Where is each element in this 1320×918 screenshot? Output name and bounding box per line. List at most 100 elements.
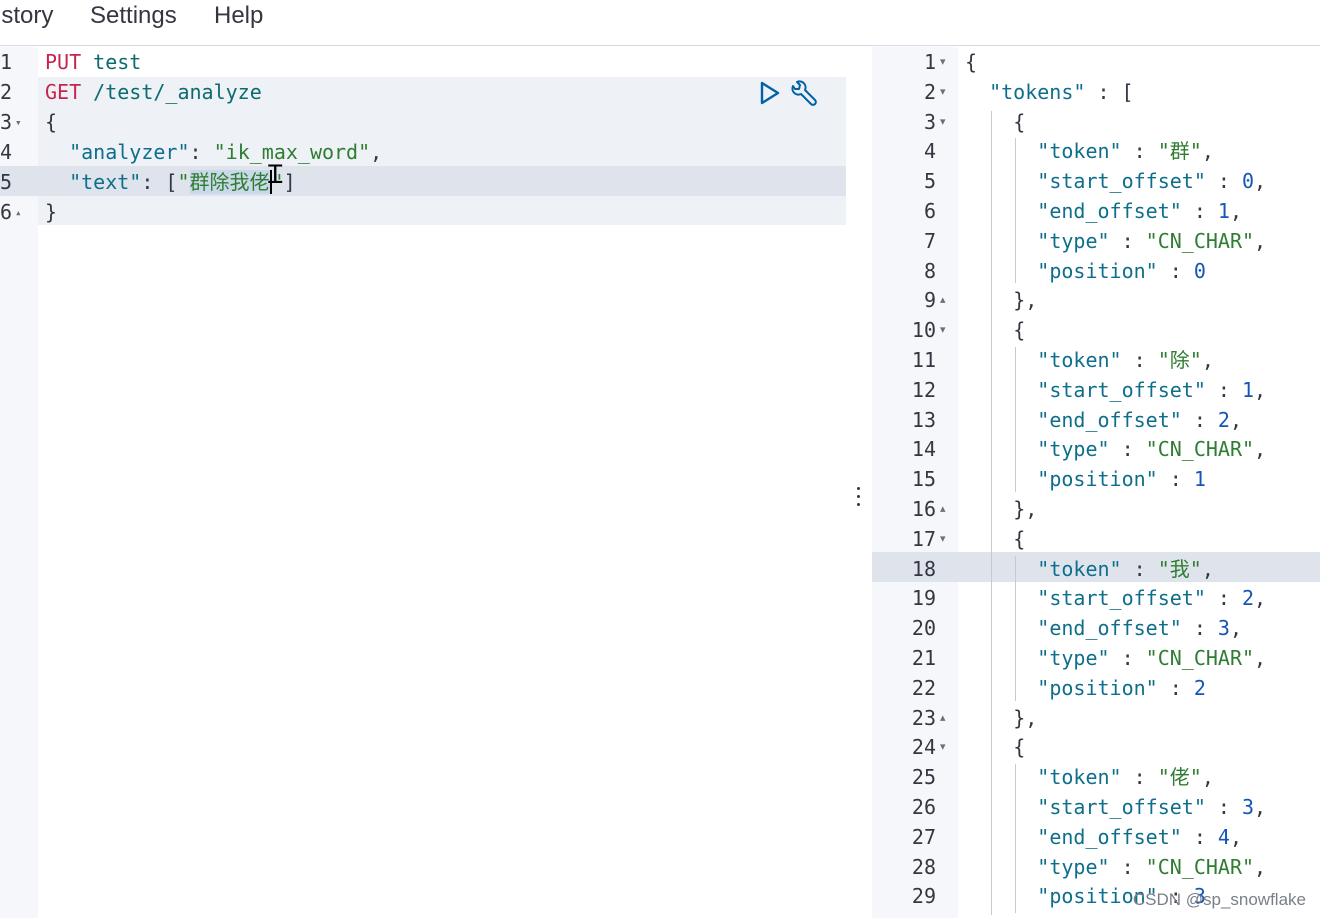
code-text: "end_offset" : 1, [1037, 196, 1242, 226]
drag-dots-icon [857, 487, 861, 509]
fold-collapse-icon[interactable]: ▾ [940, 107, 946, 137]
code-text: "end_offset" : 4, [1037, 822, 1242, 852]
fold-collapse-icon[interactable]: ▾ [940, 524, 946, 554]
code-text[interactable]: { [45, 107, 57, 137]
fold-expand-icon[interactable]: ▴ [940, 285, 946, 315]
request-line[interactable]: 3 ▾ { [0, 107, 846, 137]
line-number: 13 [911, 407, 936, 432]
code-token: "end_offset" [1037, 824, 1182, 849]
fold-expand-icon[interactable]: ▴ [15, 206, 22, 219]
response-output[interactable]: 1 ▾{2 ▾ "tokens" : [3 ▾{4 "token" : "群", 5 "sta… [872, 47, 1320, 918]
code-token: : [1181, 407, 1218, 432]
response-line: 25 "token" : "佬", [872, 762, 1320, 792]
code-text[interactable]: "text": ["群除我佬 "] [45, 167, 296, 197]
request-line[interactable]: 1 PUT test [0, 47, 846, 77]
code-token: "end_offset" [1037, 407, 1182, 432]
menu-help[interactable]: Help [214, 2, 263, 30]
line-number-text: 2 [0, 80, 13, 104]
request-line[interactable]: 2 GET /test/_analyze [0, 77, 846, 107]
code-token: "我" [1157, 556, 1202, 581]
play-icon[interactable] [757, 79, 785, 107]
pane-resize-handle[interactable] [846, 47, 872, 918]
code-token: "CN_CHAR" [1145, 437, 1255, 462]
code-token: : [1205, 795, 1242, 819]
response-line: 4 "token" : "群", [872, 136, 1320, 166]
fold-expand-icon[interactable]: ▴ [940, 494, 946, 524]
line-number: 5 [0, 167, 34, 197]
code-token: "position" [1037, 467, 1158, 492]
code-token: GET [45, 80, 82, 104]
code-token: , [1229, 824, 1243, 849]
code-token: , [1254, 377, 1267, 402]
code-token: PUT [45, 50, 82, 74]
response-line: 1 ▾ { [872, 47, 1320, 77]
code-token: } [45, 200, 58, 224]
code-token: , [370, 140, 383, 164]
code-token: : [1121, 765, 1158, 790]
code-token: "CN_CHAR" [1145, 646, 1255, 670]
line-number: 4 [0, 137, 34, 167]
code-token: 4 [1217, 824, 1230, 849]
code-token: "start_offset" [1037, 169, 1206, 194]
menu-settings[interactable]: Settings [90, 2, 177, 30]
fold-collapse-icon[interactable]: ▾ [940, 47, 946, 77]
fold-collapse-icon[interactable]: ▾ [940, 732, 946, 762]
fold-collapse-icon[interactable]: ▾ [15, 116, 22, 129]
code-token: "type" [1037, 646, 1110, 670]
code-token: "tokens" [989, 79, 1086, 104]
request-line[interactable]: 6 ▴} [0, 197, 846, 227]
menu-history[interactable]: istory [0, 2, 53, 30]
code-token: ] [283, 170, 296, 194]
code-token: "end_offset" [1037, 616, 1182, 641]
code-text[interactable]: GET /test/_analyze [45, 77, 262, 107]
code-token: , [1229, 407, 1243, 432]
code-token: { [1013, 526, 1026, 551]
response-line: 19 "start_offset" : 2, [872, 583, 1320, 613]
code-token: 0 [1242, 169, 1255, 194]
code-token: : [1205, 586, 1242, 611]
fold-collapse-icon[interactable]: ▾ [940, 315, 946, 345]
response-line: 18 "token" : "我", [872, 554, 1320, 584]
code-text: "type" : "CN_CHAR", [1037, 226, 1266, 256]
request-line[interactable]: 5 "text": ["群除我佬 "] [0, 167, 846, 197]
code-token: : [1121, 348, 1158, 372]
code-token: 1 [1217, 199, 1230, 223]
code-token: "position" [1037, 258, 1158, 283]
line-number: 25 [911, 765, 936, 790]
line-number: 3 [923, 109, 936, 134]
line-number: 5 [923, 169, 936, 194]
code-token: , [1254, 228, 1267, 253]
line-number: 20 [911, 616, 936, 641]
response-line: 26 "start_offset" : 3, [872, 792, 1320, 822]
response-line: 9 ▴}, [872, 285, 1320, 315]
request-editor[interactable]: 1 PUT test 2 GET /test/_analyze 3 ▾ {4 "analyz… [0, 47, 846, 918]
code-token: 2 [1193, 675, 1206, 700]
line-number: 21 [911, 646, 936, 670]
code-token: "type" [1037, 437, 1110, 462]
response-line: 8 "position" : 0 [872, 256, 1320, 286]
wrench-icon[interactable] [789, 79, 817, 107]
response-line: 27 "end_offset" : 4, [872, 822, 1320, 852]
code-token: 群除我佬 [189, 170, 270, 194]
response-line: 5 "start_offset" : 0, [872, 166, 1320, 196]
code-text[interactable]: "analyzer": "ik_max_word", [45, 137, 382, 167]
code-text: "start_offset" : 1, [1037, 375, 1266, 405]
code-text[interactable]: PUT test [45, 47, 141, 77]
console-app: istory Settings Help 1 PUT test 2 GET /test… [0, 0, 1320, 918]
request-line[interactable]: 4 "analyzer": "ik_max_word", [0, 137, 846, 167]
code-token: , [1254, 854, 1267, 879]
code-text[interactable]: } [45, 197, 57, 227]
code-token: test [93, 50, 142, 74]
line-number: 4 [923, 139, 936, 164]
response-line: 7 "type" : "CN_CHAR", [872, 226, 1320, 256]
code-text: }, [1013, 703, 1037, 733]
text-cursor-ibeam: Ɪ [268, 160, 283, 190]
fold-collapse-icon[interactable]: ▾ [940, 77, 946, 107]
watermark: CSDN @sp_snowflake [1132, 890, 1306, 909]
fold-expand-icon[interactable]: ▴ [940, 703, 946, 733]
code-text: "end_offset" : 3, [1037, 613, 1242, 643]
code-token: "token" [1037, 139, 1122, 164]
response-line: 13 "end_offset" : 2, [872, 405, 1320, 435]
